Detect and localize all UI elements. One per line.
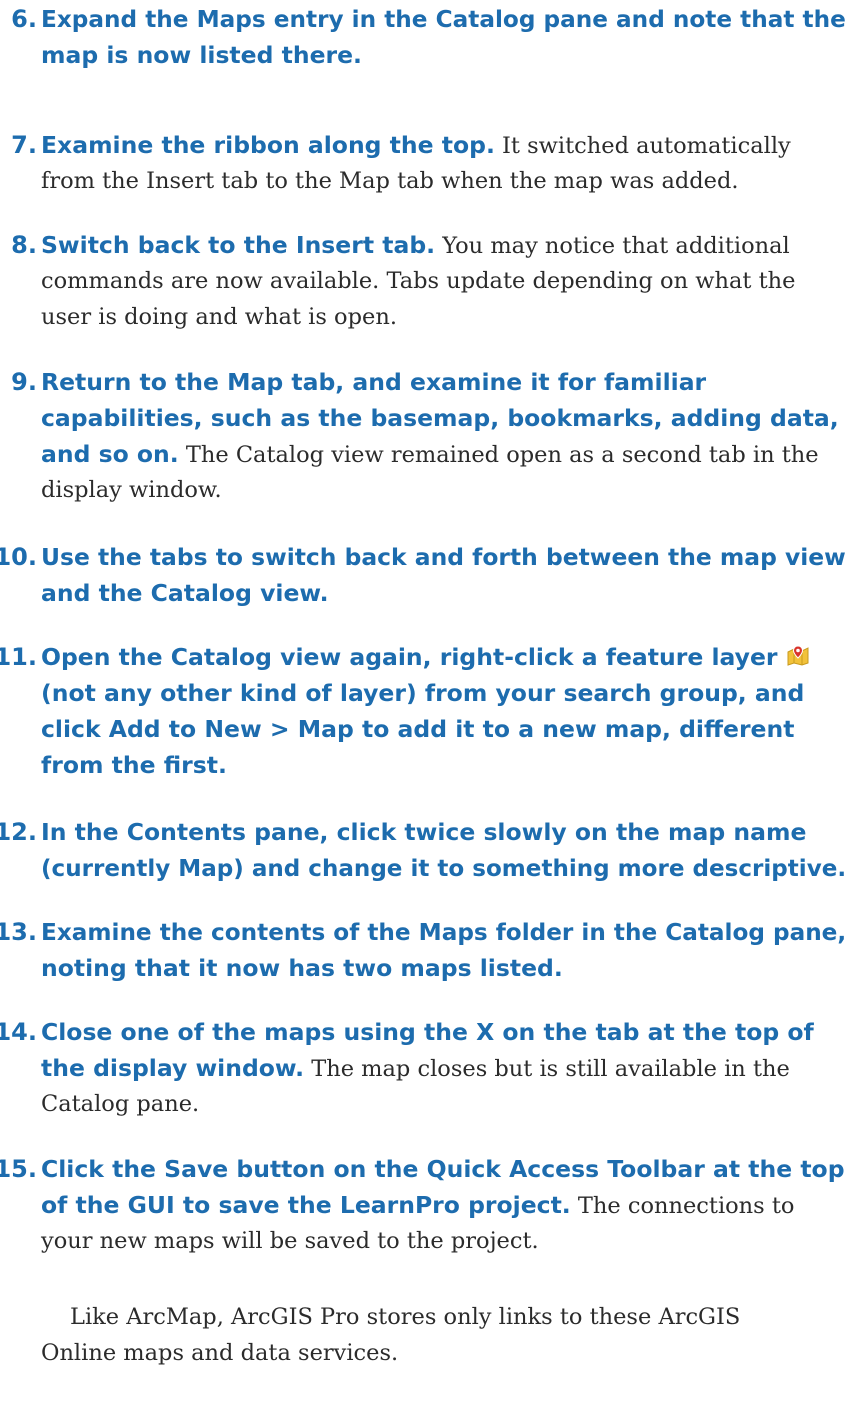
step-line: user is doing and what is open. xyxy=(41,299,397,335)
step-line: display window. xyxy=(41,472,222,508)
step-instruction: capabilities, such as the basemap, bookm… xyxy=(41,404,839,432)
step-line: Expand the Maps entry in the Catalog pan… xyxy=(41,1,846,38)
step-instruction: noting that it now has two maps listed. xyxy=(41,954,563,982)
step-line: commands are now available. Tabs update … xyxy=(41,263,795,299)
step-instruction: map is now listed there. xyxy=(41,41,362,69)
step-instruction: Examine the ribbon along the top. xyxy=(41,131,495,159)
step-explanation: It switched automatically xyxy=(494,133,791,159)
step-line: Use the tabs to switch back and forth be… xyxy=(41,539,846,576)
step-line: and the Catalog view. xyxy=(41,575,329,612)
step-line: (not any other kind of layer) from your … xyxy=(41,675,804,712)
step-number: 7. xyxy=(11,131,37,159)
step-instruction: and the Catalog view. xyxy=(41,579,329,607)
step-explanation: The connections to xyxy=(570,1193,795,1219)
step-line: Return to the Map tab, and examine it fo… xyxy=(41,364,706,401)
step-number: 14. xyxy=(0,1018,37,1046)
step-instruction: the display window. xyxy=(41,1054,305,1082)
step-line: from the Insert tab to the Map tab when … xyxy=(41,163,739,199)
step-explanation: from the Insert tab to the Map tab when … xyxy=(41,168,739,194)
step-instruction: Expand the Maps entry in the Catalog pan… xyxy=(41,5,846,33)
step-explanation: Catalog pane. xyxy=(41,1091,200,1117)
step-number: 9. xyxy=(11,368,37,396)
note-paragraph-line: Like ArcMap, ArcGIS Pro stores only link… xyxy=(70,1304,741,1330)
step-line: click Add to New > Map to add it to a ne… xyxy=(41,711,794,748)
step-instruction: (not any other kind of layer) from your … xyxy=(41,679,805,707)
step-line: your new maps will be saved to the proje… xyxy=(41,1223,539,1259)
step-instruction: Return to the Map tab, and examine it fo… xyxy=(41,368,707,396)
step-number: 10. xyxy=(0,543,37,571)
step-line: Examine the contents of the Maps folder … xyxy=(41,914,846,951)
step-instruction: click Add to New > Map to add it to a ne… xyxy=(41,715,795,743)
step-line: (currently Map) and change it to somethi… xyxy=(41,850,846,887)
feature-layer-icon xyxy=(786,643,810,679)
step-explanation: The Catalog view remained open as a seco… xyxy=(178,442,819,468)
step-line: and so on. The Catalog view remained ope… xyxy=(41,436,819,473)
step-number: 13. xyxy=(0,918,37,946)
step-number: 6. xyxy=(11,5,37,33)
step-instruction: Examine the contents of the Maps folder … xyxy=(41,918,847,946)
step-line: Close one of the maps using the X on the… xyxy=(41,1014,814,1051)
step-number: 15. xyxy=(0,1155,37,1183)
step-instruction: In the Contents pane, click twice slowly… xyxy=(41,818,807,846)
step-line: Open the Catalog view again, right-click… xyxy=(41,639,810,679)
step-line: map is now listed there. xyxy=(41,37,362,74)
step-explanation: commands are now available. Tabs update … xyxy=(41,268,796,294)
note-paragraph-line: Online maps and data services. xyxy=(41,1340,399,1366)
step-line: the display window. The map closes but i… xyxy=(41,1050,790,1087)
step-line: Catalog pane. xyxy=(41,1086,199,1122)
step-number: 11. xyxy=(0,643,37,671)
step-explanation: display window. xyxy=(41,477,222,503)
step-number: 8. xyxy=(11,231,37,259)
step-instruction: Close one of the maps using the X on the… xyxy=(41,1018,814,1046)
step-instruction: Switch back to the Insert tab. xyxy=(41,231,436,259)
step-instruction: and so on. xyxy=(41,440,179,468)
step-line: In the Contents pane, click twice slowly… xyxy=(41,814,806,851)
step-explanation: user is doing and what is open. xyxy=(41,304,397,330)
step-instruction: (currently Map) and change it to somethi… xyxy=(41,854,847,882)
step-instruction: Click the Save button on the Quick Acces… xyxy=(41,1155,845,1183)
step-line: of the GUI to save the LearnPro project.… xyxy=(41,1187,794,1224)
step-line: capabilities, such as the basemap, bookm… xyxy=(41,400,839,437)
step-explanation: your new maps will be saved to the proje… xyxy=(41,1228,539,1254)
step-line: Click the Save button on the Quick Acces… xyxy=(41,1151,845,1188)
step-explanation: You may notice that additional xyxy=(435,233,790,259)
step-instruction: from the first. xyxy=(41,751,227,779)
step-instruction: Use the tabs to switch back and forth be… xyxy=(41,543,846,571)
step-line: from the first. xyxy=(41,747,227,784)
step-line: Examine the ribbon along the top. It swi… xyxy=(41,127,791,164)
step-line: Switch back to the Insert tab. You may n… xyxy=(41,227,790,264)
step-instruction: of the GUI to save the LearnPro project. xyxy=(41,1191,571,1219)
step-line: noting that it now has two maps listed. xyxy=(41,950,563,987)
step-explanation: The map closes but is still available in… xyxy=(304,1056,790,1082)
step-number: 12. xyxy=(0,818,37,846)
step-instruction: Open the Catalog view again, right-click… xyxy=(41,643,778,671)
